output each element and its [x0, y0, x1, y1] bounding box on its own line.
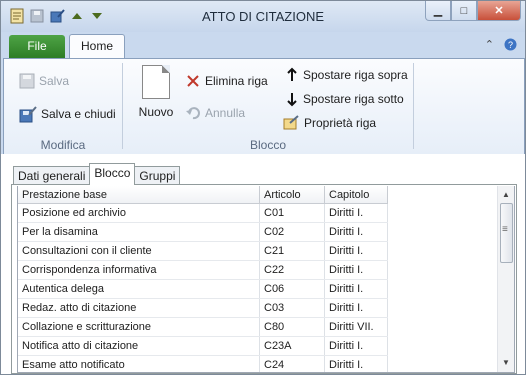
tab-dati-generali[interactable]: Dati generali: [13, 166, 91, 185]
salva-label: Salva: [39, 74, 70, 88]
table-row[interactable]: Consultazioni con il cliente C21 Diritti I…: [18, 241, 388, 261]
cell-prestazione: Per la disamina: [18, 222, 260, 242]
cell-articolo: C22: [259, 260, 325, 280]
tab-gruppi[interactable]: Gruppi: [134, 166, 181, 185]
save-icon: [19, 73, 35, 89]
salva-chiudi-button[interactable]: Salva e chiudi: [19, 105, 116, 123]
spostare-sotto-button[interactable]: Spostare riga sotto: [285, 91, 404, 107]
maximize-button[interactable]: □: [451, 1, 477, 21]
group-label-modifica: Modifica: [40, 138, 86, 152]
group-separator: [122, 63, 123, 149]
prestazioni-table: Prestazione base Articolo Capitolo Posiz…: [18, 186, 388, 372]
column-header-capitolo[interactable]: Capitolo: [324, 186, 388, 204]
group-separator: [413, 63, 414, 149]
scroll-down-icon[interactable]: ▼: [498, 356, 514, 370]
close-button[interactable]: ✕: [477, 1, 521, 21]
table-row[interactable]: Corrispondenza informativa C22 Diritti I.: [18, 260, 388, 280]
column-header-articolo[interactable]: Articolo: [259, 186, 325, 204]
cell-capitolo: Diritti I.: [324, 241, 388, 261]
spostare-sotto-label: Spostare riga sotto: [303, 92, 404, 106]
prestazioni-grid: Prestazione base Articolo Capitolo Posiz…: [17, 186, 515, 373]
arrow-down-icon: [287, 93, 297, 107]
salva-button[interactable]: Salva: [19, 73, 69, 89]
window-controls: ▁ □ ✕: [425, 1, 521, 21]
cell-prestazione: Esame atto notificato: [18, 355, 260, 372]
column-header-prestazione[interactable]: Prestazione base: [18, 186, 260, 204]
undo-icon: [186, 107, 200, 120]
nuovo-label: Nuovo: [138, 105, 174, 119]
group-label-blocco: Blocco: [249, 138, 287, 152]
annulla-label: Annulla: [205, 106, 246, 120]
properties-icon: [283, 115, 299, 130]
scroll-up-icon[interactable]: ▲: [498, 188, 514, 202]
inner-tabs: Dati generali Blocco Gruppi: [13, 163, 181, 185]
nuovo-button[interactable]: Nuovo: [136, 65, 176, 119]
table-row[interactable]: Posizione ed archivio C01 Diritti I.: [18, 203, 388, 223]
cell-capitolo: Diritti I.: [324, 260, 388, 280]
table-row[interactable]: Collazione e scritturazione C80 Diritti VI…: [18, 317, 388, 337]
elimina-riga-button[interactable]: Elimina riga: [185, 73, 268, 89]
scroll-thumb[interactable]: [500, 203, 513, 263]
cell-capitolo: Diritti I.: [324, 336, 388, 356]
cell-prestazione: Corrispondenza informativa: [18, 260, 260, 280]
cell-capitolo: Diritti I.: [324, 279, 388, 299]
cell-prestazione: Collazione e scritturazione: [18, 317, 260, 337]
annulla-button[interactable]: Annulla: [185, 105, 245, 121]
cell-articolo: C21: [259, 241, 325, 261]
cell-articolo: C02: [259, 222, 325, 242]
proprieta-riga-label: Proprietà riga: [304, 116, 377, 130]
elimina-riga-label: Elimina riga: [205, 74, 268, 88]
cell-capitolo: Diritti I.: [324, 203, 388, 223]
new-document-icon: [142, 65, 170, 99]
tab-frame: Prestazione base Articolo Capitolo Posiz…: [11, 184, 517, 374]
ribbon-right-controls: ⌃ ?: [485, 38, 517, 54]
spostare-sopra-button[interactable]: Spostare riga sopra: [285, 67, 408, 83]
table-row[interactable]: Esame atto notificato C24 Diritti I.: [18, 355, 388, 372]
title-bar: ATTO DI CITAZIONE ▁ □ ✕: [1, 1, 525, 32]
ribbon-tab-row: File Home ⌃ ?: [1, 32, 525, 59]
delete-icon: [187, 75, 199, 87]
cell-prestazione: Autentica delega: [18, 279, 260, 299]
help-icon[interactable]: ?: [504, 38, 517, 54]
content-panel: Dati generali Blocco Gruppi Prestazione …: [1, 154, 525, 374]
cell-articolo: C06: [259, 279, 325, 299]
tab-home[interactable]: Home: [69, 34, 125, 59]
cell-capitolo: Diritti I.: [324, 298, 388, 318]
table-header-row: Prestazione base Articolo Capitolo: [18, 186, 388, 204]
cell-articolo: C03: [259, 298, 325, 318]
spostare-sopra-label: Spostare riga sopra: [303, 68, 408, 82]
cell-capitolo: Diritti VII.: [324, 317, 388, 337]
table-row[interactable]: Notifica atto di citazione C23A Diritti I.: [18, 336, 388, 356]
cell-capitolo: Diritti I.: [324, 355, 388, 372]
ribbon: Salva Salva e chiudi Modifica Nuovo Elim…: [3, 58, 525, 156]
cell-articolo: C01: [259, 203, 325, 223]
cell-prestazione: Notifica atto di citazione: [18, 336, 260, 356]
svg-text:?: ?: [508, 40, 513, 50]
vertical-scrollbar[interactable]: ▲ ▼: [497, 186, 514, 372]
tab-blocco[interactable]: Blocco: [89, 163, 136, 185]
minimize-button[interactable]: ▁: [425, 1, 451, 21]
table-row[interactable]: Autentica delega C06 Diritti I.: [18, 279, 388, 299]
proprieta-riga-button[interactable]: Proprietà riga: [282, 115, 376, 131]
tab-file[interactable]: File: [9, 35, 65, 58]
table-row[interactable]: Per la disamina C02 Diritti I.: [18, 222, 388, 242]
salva-chiudi-label: Salva e chiudi: [41, 107, 116, 121]
cell-capitolo: Diritti I.: [324, 222, 388, 242]
cell-articolo: C23A: [259, 336, 325, 356]
cell-prestazione: Consultazioni con il cliente: [18, 241, 260, 261]
save-close-icon: [19, 106, 37, 123]
cell-articolo: C24: [259, 355, 325, 372]
table-row[interactable]: Redaz. atto di citazione C03 Diritti I.: [18, 298, 388, 318]
cell-prestazione: Posizione ed archivio: [18, 203, 260, 223]
collapse-ribbon-icon[interactable]: ⌃: [485, 38, 494, 54]
application-window: ATTO DI CITAZIONE ▁ □ ✕ File Home ⌃ ? Sa…: [0, 0, 526, 375]
arrow-up-icon: [287, 67, 297, 81]
cell-articolo: C80: [259, 317, 325, 337]
cell-prestazione: Redaz. atto di citazione: [18, 298, 260, 318]
